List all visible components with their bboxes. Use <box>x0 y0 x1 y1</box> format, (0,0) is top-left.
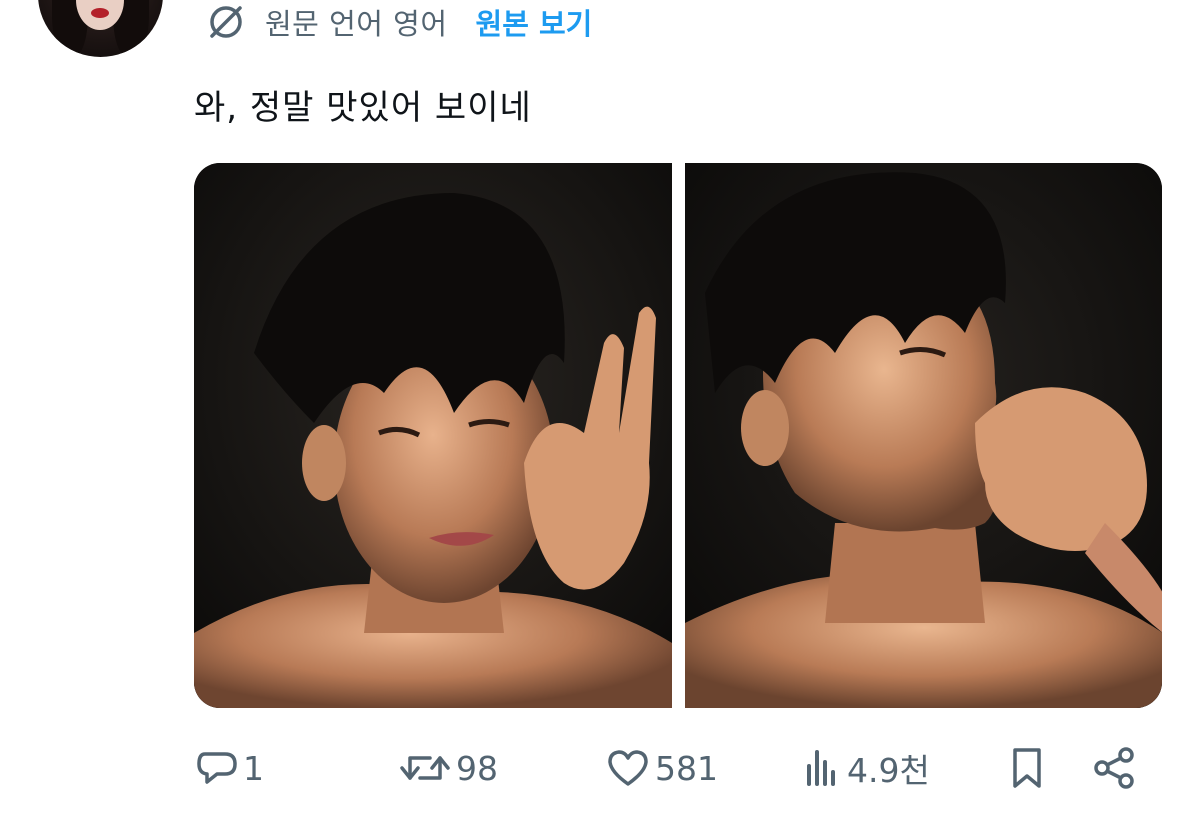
show-original-link[interactable]: 원본 보기 <box>476 1 593 43</box>
share-button[interactable] <box>1090 738 1138 798</box>
heart-icon <box>608 750 648 786</box>
bookmark-icon <box>1013 748 1041 788</box>
translation-notice: 원문 언어 영어 원본 보기 <box>205 0 592 44</box>
reply-icon <box>197 752 237 784</box>
tweet: 원문 언어 영어 원본 보기 와, 정말 맛있어 보이네 1 98 581 4.… <box>0 0 1200 816</box>
photo-1-illustration <box>194 163 672 708</box>
action-bar: 1 98 581 4.9천 <box>195 738 1145 798</box>
retweet-icon <box>400 756 450 780</box>
bookmark-button[interactable] <box>1007 738 1047 798</box>
photo-2-illustration <box>684 163 1162 708</box>
reply-button[interactable]: 1 <box>195 738 264 798</box>
photo-2[interactable] <box>684 163 1162 708</box>
like-count: 581 <box>655 748 718 788</box>
avatar-lips <box>91 8 109 18</box>
share-icon <box>1094 747 1134 789</box>
translation-label: 원문 언어 영어 <box>265 7 448 41</box>
tweet-text: 와, 정말 맛있어 보이네 <box>194 88 532 128</box>
retweet-count: 98 <box>456 748 498 788</box>
views-count: 4.9천 <box>847 751 930 790</box>
views-button[interactable]: 4.9천 <box>803 738 930 798</box>
globe-slash-icon <box>210 6 242 38</box>
photo-1[interactable] <box>194 163 672 708</box>
avatar[interactable] <box>38 0 163 57</box>
retweet-button[interactable]: 98 <box>398 738 498 798</box>
reply-count: 1 <box>243 748 264 788</box>
media-grid <box>194 163 1162 708</box>
like-button[interactable]: 581 <box>605 738 718 798</box>
views-icon <box>807 750 835 786</box>
